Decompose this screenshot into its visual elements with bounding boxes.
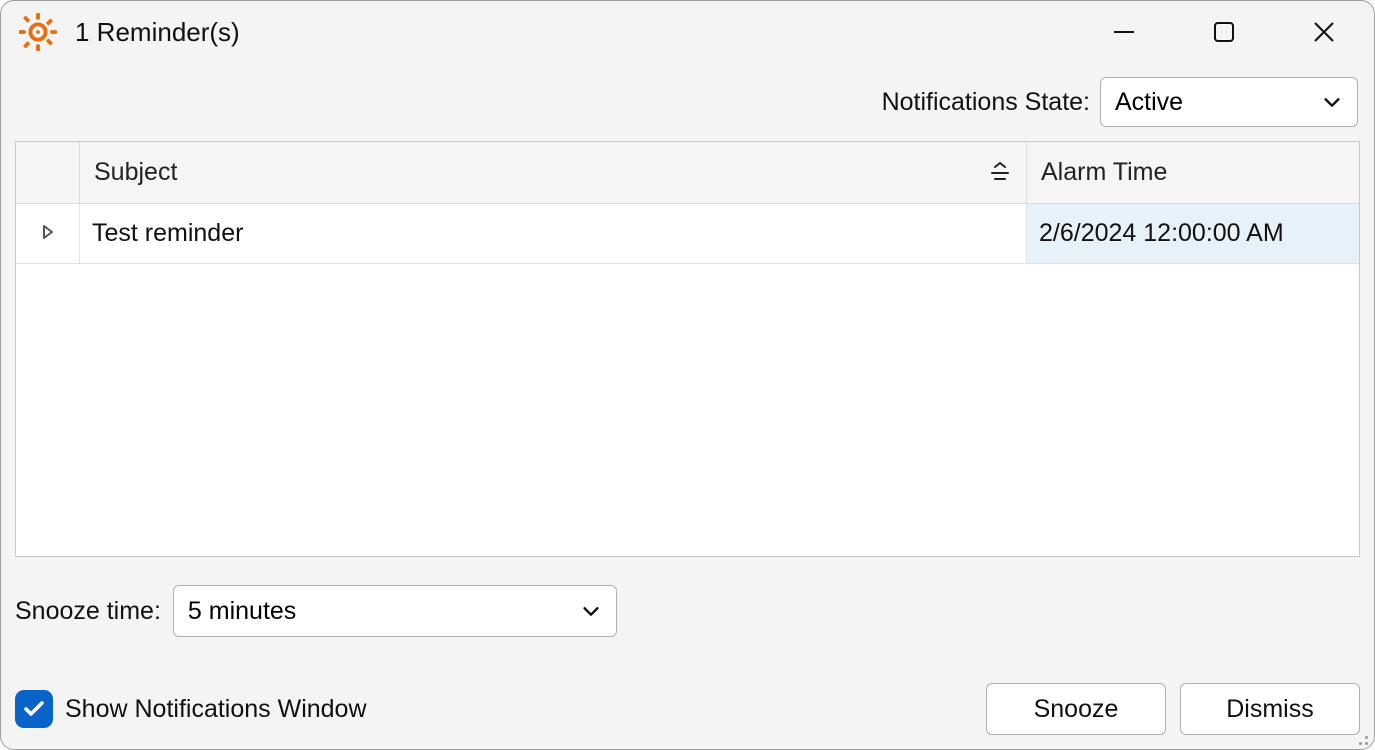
window-controls bbox=[1074, 1, 1374, 63]
resize-grip[interactable] bbox=[1354, 731, 1368, 745]
close-button[interactable] bbox=[1274, 1, 1374, 63]
snooze-time-select[interactable]: 5 minutes bbox=[173, 585, 617, 637]
snooze-button[interactable]: Snooze bbox=[986, 683, 1166, 735]
table-row[interactable]: Test reminder 2/6/2024 12:00:00 AM bbox=[16, 204, 1359, 264]
column-alarm-label: Alarm Time bbox=[1041, 158, 1167, 187]
dismiss-button[interactable]: Dismiss bbox=[1180, 683, 1360, 735]
cell-subject-value: Test reminder bbox=[92, 219, 243, 248]
titlebar: 1 Reminder(s) bbox=[1, 1, 1374, 63]
column-alarm-time[interactable]: Alarm Time bbox=[1027, 142, 1359, 203]
snooze-button-label: Snooze bbox=[1034, 695, 1119, 724]
reminders-grid: Subject Alarm Time bbox=[15, 141, 1360, 557]
snooze-time-row: Snooze time: 5 minutes bbox=[15, 585, 1360, 637]
app-gear-icon bbox=[19, 13, 57, 51]
window-title: 1 Reminder(s) bbox=[75, 17, 240, 48]
reminder-window: 1 Reminder(s) Notifications State: Activ… bbox=[0, 0, 1375, 750]
show-notifications-label: Show Notifications Window bbox=[65, 695, 367, 724]
cell-alarm-value: 2/6/2024 12:00:00 AM bbox=[1039, 219, 1284, 248]
minimize-button[interactable] bbox=[1074, 1, 1174, 63]
snooze-time-value: 5 minutes bbox=[188, 597, 296, 626]
cell-subject: Test reminder bbox=[80, 204, 1027, 263]
checkbox-box bbox=[15, 690, 53, 728]
footer: Show Notifications Window Snooze Dismiss bbox=[15, 683, 1360, 735]
grid-header: Subject Alarm Time bbox=[16, 142, 1359, 204]
check-icon bbox=[22, 697, 46, 721]
maximize-button[interactable] bbox=[1174, 1, 1274, 63]
notifications-state-label: Notifications State: bbox=[882, 88, 1090, 117]
sort-icon bbox=[988, 161, 1012, 185]
snooze-time-label: Snooze time: bbox=[15, 597, 161, 626]
column-subject-label: Subject bbox=[94, 158, 177, 187]
chevron-down-icon bbox=[1321, 91, 1343, 113]
column-expand[interactable] bbox=[16, 142, 80, 203]
notifications-state-value: Active bbox=[1115, 88, 1183, 117]
chevron-down-icon bbox=[580, 600, 602, 622]
dismiss-button-label: Dismiss bbox=[1226, 695, 1314, 724]
notifications-state-select[interactable]: Active bbox=[1100, 77, 1358, 127]
grid-body: Test reminder 2/6/2024 12:00:00 AM bbox=[16, 204, 1359, 556]
cell-alarm-time: 2/6/2024 12:00:00 AM bbox=[1027, 204, 1359, 263]
notifications-state-row: Notifications State: Active bbox=[15, 77, 1360, 127]
row-expand-toggle[interactable] bbox=[16, 204, 80, 263]
column-subject[interactable]: Subject bbox=[80, 142, 1027, 203]
triangle-right-icon bbox=[39, 219, 57, 248]
content-area: Notifications State: Active Subject bbox=[1, 63, 1374, 749]
show-notifications-checkbox[interactable]: Show Notifications Window bbox=[15, 690, 367, 728]
